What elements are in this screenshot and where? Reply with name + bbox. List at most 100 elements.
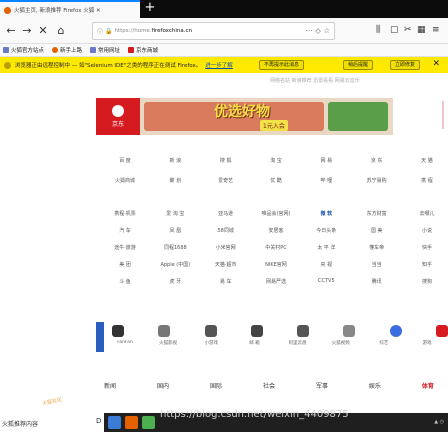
site-link[interactable]: 网易严选	[255, 278, 297, 285]
site-link[interactable]: 知乎	[406, 261, 448, 268]
site-link[interactable]: 易 车	[205, 278, 247, 285]
site-link[interactable]: 中关村PC	[255, 244, 297, 251]
tab-domestic[interactable]: 国内	[157, 381, 169, 390]
site-link[interactable]: 亚马逊	[205, 210, 247, 217]
firefox-favicon-icon	[4, 6, 11, 14]
close-icon[interactable]: ✕	[432, 59, 440, 69]
learn-more-link[interactable]: 进一步了解	[205, 61, 233, 69]
tab-news[interactable]: 新闻	[104, 381, 116, 390]
site-link[interactable]: 小说	[406, 227, 448, 234]
news-tabs: 新闻 国内 国际 社会 军事 娱乐 体育	[104, 381, 434, 390]
firefox-icon[interactable]	[125, 416, 138, 429]
site-link[interactable]: 58同城	[205, 227, 247, 234]
site-link[interactable]: 唯品会(官网)	[255, 210, 297, 217]
dont-show-button[interactable]: 不再提示此消息	[259, 60, 305, 70]
sidebar-icon[interactable]: ▢	[390, 25, 399, 35]
tab-international[interactable]: 国际	[210, 381, 222, 390]
site-link[interactable]: 央 视	[305, 261, 347, 268]
site-link[interactable]: 斗 鱼	[104, 278, 146, 285]
site-link[interactable]: 携程·机票	[104, 210, 146, 217]
site-link[interactable]: 太 平 洋	[305, 244, 347, 251]
site-link[interactable]: 凤 凰	[154, 227, 196, 234]
site-link[interactable]: 新 浪	[154, 157, 196, 164]
stop-icon[interactable]: ✕	[36, 24, 50, 38]
top-links[interactable]: 网络名站 新浪推荐 迅雷看看 网易云音乐	[270, 77, 360, 84]
site-link[interactable]: Apple (中国)	[154, 261, 196, 268]
site-link[interactable]: 今日头条	[305, 227, 347, 234]
site-link[interactable]: 爱奇艺	[205, 177, 247, 184]
back-icon[interactable]: ←	[4, 24, 18, 38]
info-icon[interactable]: ⓘ	[97, 27, 103, 36]
fix-now-button[interactable]: 立即修复	[390, 60, 421, 70]
site-link[interactable]: 京 东	[356, 157, 398, 164]
site-link[interactable]: 途牛·旅游	[104, 244, 146, 251]
site-link[interactable]: 苏宁易购	[356, 177, 398, 184]
tab-military[interactable]: 军事	[316, 381, 328, 390]
site-link[interactable]: 哔 哩	[305, 177, 347, 184]
drive-label: D	[96, 417, 102, 425]
site-link[interactable]: 同程1688	[154, 244, 196, 251]
app-icon[interactable]	[435, 325, 448, 337]
site-link[interactable]: 国 美	[356, 227, 398, 234]
app-icon[interactable]	[297, 325, 310, 337]
site-link[interactable]: 微 软	[305, 210, 347, 217]
app-icon[interactable]	[389, 325, 402, 337]
bookmark-item[interactable]: 火狐官方站点	[3, 46, 44, 54]
bookmark-item[interactable]: 常用网址	[90, 46, 120, 54]
app-icon[interactable]	[142, 416, 155, 429]
site-link[interactable]: 火狐商城	[104, 177, 146, 184]
site-link[interactable]: 优 酷	[255, 177, 297, 184]
site-link[interactable]: 安居客	[255, 227, 297, 234]
menu-icon[interactable]: ≡	[432, 25, 440, 35]
extension-icon[interactable]: ▦	[417, 25, 426, 35]
site-link[interactable]: 网 易	[305, 157, 347, 164]
site-link[interactable]: 虎 牙	[154, 278, 196, 285]
screenshot-icon[interactable]: ✂	[404, 25, 412, 35]
app-icon[interactable]	[343, 325, 356, 337]
bookmark-item[interactable]: 新手上路	[52, 46, 82, 54]
app-icon[interactable]	[250, 325, 263, 337]
browser-tab[interactable]: 火狐主页, 新浪推荐 Firefox 火狐 ✕	[0, 0, 140, 18]
app-icon[interactable]	[112, 325, 124, 337]
site-link[interactable]: 搜狗	[406, 278, 448, 285]
url-bar[interactable]: ⓘ 🔒 https://home.firefoxchina.cn ··· ◇ ☆	[92, 22, 335, 40]
site-link[interactable]: CCTV5	[305, 278, 347, 285]
strip-tab[interactable]	[96, 322, 104, 352]
site-link[interactable]: 东方财富	[356, 210, 398, 217]
bookmark-star-icon[interactable]: ☆	[324, 27, 330, 35]
app-icon[interactable]	[204, 325, 217, 337]
site-link[interactable]: NIKE官网	[255, 261, 297, 268]
app-icon[interactable]	[158, 325, 171, 337]
site-link[interactable]: 天 猫	[406, 157, 448, 164]
site-link[interactable]: 聚 划	[154, 177, 196, 184]
library-icon[interactable]: ⫼	[376, 25, 380, 35]
promo-banner[interactable]: 京东 优选好物 1元入会	[96, 98, 393, 135]
app-icon[interactable]	[108, 416, 121, 429]
site-link[interactable]: 美 团	[104, 261, 146, 268]
recommend-link[interactable]: 火狐推荐内容	[2, 419, 38, 428]
bookmark-item[interactable]: 京东商城	[128, 46, 158, 54]
remind-later-button[interactable]: 稍后提醒	[343, 60, 374, 70]
site-link[interactable]: 去哪儿	[406, 210, 448, 217]
site-link[interactable]: 搜 狐	[205, 157, 247, 164]
site-link[interactable]: 百 度	[104, 157, 146, 164]
site-link[interactable]: 天猫·超市	[205, 261, 247, 268]
tab-entertainment[interactable]: 娱乐	[369, 381, 381, 390]
site-link[interactable]: 当当	[356, 261, 398, 268]
site-link[interactable]: 腾讯	[356, 278, 398, 285]
home-icon[interactable]: ⌂	[54, 24, 68, 38]
site-link[interactable]: 快手	[406, 244, 448, 251]
taskbar: D https://blog.csdn.net/weixin_4409875 ▲…	[96, 409, 448, 432]
site-link[interactable]: 汽 车	[104, 227, 146, 234]
forward-icon[interactable]: →	[20, 24, 34, 38]
new-tab-button[interactable]: +	[142, 1, 158, 17]
site-link[interactable]: 淘 宝	[255, 157, 297, 164]
tab-society[interactable]: 社会	[263, 381, 275, 390]
more-actions-icon[interactable]: ···	[306, 27, 313, 35]
tab-sports[interactable]: 体育	[422, 381, 434, 390]
pocket-icon[interactable]: ◇	[315, 27, 320, 35]
site-link[interactable]: 懂车帝	[356, 244, 398, 251]
site-link[interactable]: 携 程	[406, 177, 448, 184]
site-link[interactable]: 小米官网	[205, 244, 247, 251]
site-link[interactable]: 爱 淘 宝	[154, 210, 196, 217]
